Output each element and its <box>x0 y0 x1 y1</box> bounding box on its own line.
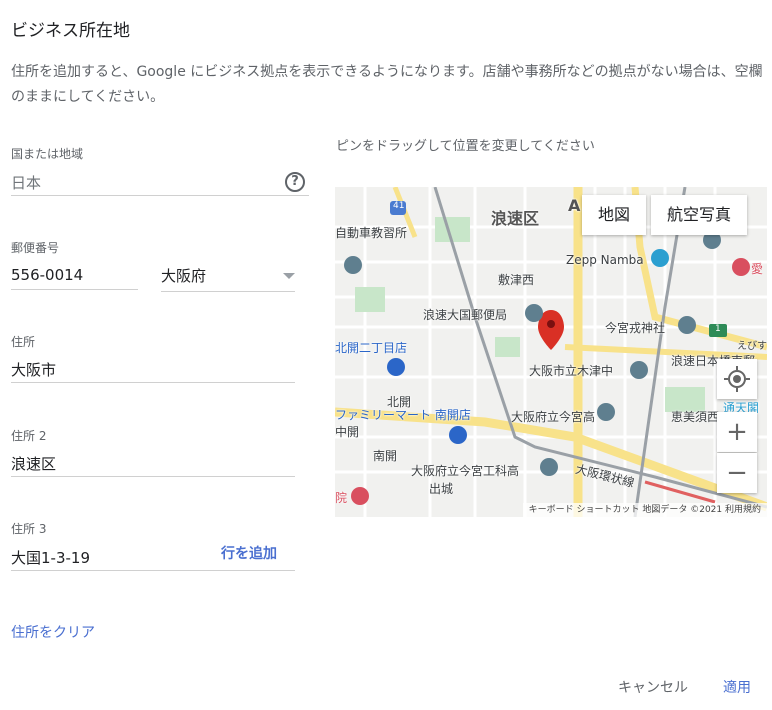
map-label-shikitsu: 敷津西 <box>498 273 535 287</box>
postal-underline <box>11 289 138 290</box>
map[interactable]: 浪速区 A 41 自動車教習所 Zepp Namba 愛 敷津西 浪速大国郵便局… <box>335 187 767 517</box>
map-label-route41: 41 <box>393 201 405 211</box>
map-label-route1: 1 <box>715 324 721 334</box>
map-label-nakakai: 中開 <box>335 425 360 439</box>
cancel-button[interactable]: キャンセル <box>618 677 688 697</box>
chevron-down-icon[interactable] <box>283 273 295 279</box>
country-field[interactable]: 日本 <box>11 172 41 193</box>
map-label-kizu: 大阪市立木津中 <box>529 364 614 378</box>
address1-underline <box>11 382 295 383</box>
my-location-button[interactable] <box>717 359 757 399</box>
address3-underline <box>11 570 295 571</box>
tab-map[interactable]: 地図 <box>582 195 647 235</box>
map-label-imamiya-tech: 大阪府立今宮工科高 <box>411 464 520 478</box>
address1-field[interactable]: 大阪市 <box>11 359 56 380</box>
postal-label: 郵便番号 <box>11 241 60 255</box>
map-footer[interactable]: キーボード ショートカット 地図データ ©2021 利用規約 <box>522 503 767 517</box>
address2-underline <box>11 476 295 477</box>
prefecture-underline <box>161 291 295 292</box>
map-label-ebisu-ch: えびす <box>737 341 767 352</box>
help-icon[interactable]: ? <box>285 172 305 192</box>
map-label-a: A <box>568 196 581 215</box>
map-label-in: 院 <box>335 491 348 505</box>
map-label-ebisu: 恵美須西 <box>671 410 720 424</box>
add-line-button[interactable]: 行を追加 <box>221 543 277 563</box>
map-label-naniwa-ku: 浪速区 <box>491 209 540 228</box>
address1-label: 住所 <box>11 335 36 349</box>
map-label-school: 自動車教習所 <box>335 226 408 240</box>
clear-address-link[interactable]: 住所をクリア <box>11 622 95 642</box>
map-caption: ピンをドラッグして位置を変更してください <box>336 139 595 154</box>
map-label-ai: 愛 <box>751 262 764 276</box>
crosshair-icon <box>724 366 750 392</box>
postal-field[interactable]: 556-0014 <box>11 266 83 284</box>
address2-label: 住所 2 <box>11 429 47 443</box>
zoom-in-button[interactable]: + <box>717 412 757 452</box>
map-label-imamiya-shrine: 今宮戎神社 <box>605 321 666 335</box>
apply-button[interactable]: 適用 <box>723 677 751 697</box>
map-label-imamiya-high: 大阪府立今宮高 <box>511 410 596 424</box>
tab-satellite[interactable]: 航空写真 <box>651 195 748 235</box>
country-underline <box>11 195 309 196</box>
map-label-kitakaichi: 北開二丁目店 <box>335 341 408 355</box>
map-label-dejiro: 出城 <box>429 482 454 496</box>
prefecture-select[interactable]: 大阪府 <box>161 265 206 286</box>
country-label: 国または地域 <box>11 147 84 161</box>
zoom-out-button[interactable]: − <box>717 453 757 493</box>
address3-label: 住所 3 <box>11 522 47 536</box>
address2-field[interactable]: 浪速区 <box>11 453 56 474</box>
map-label-nankai: 南開 <box>373 449 398 463</box>
address3-field[interactable]: 大国1-3-19 <box>11 547 90 568</box>
dialog-description: 住所を追加すると、Google にビジネス拠点を表示できるようになります。店舗や… <box>11 64 763 105</box>
map-label-familymart: ファミリーマート 南開店 <box>335 408 471 422</box>
map-label-post-office: 浪速大国郵便局 <box>423 308 508 322</box>
dialog-title: ビジネス所在地 <box>11 21 130 41</box>
map-label-zepp: Zepp Namba <box>566 253 644 267</box>
